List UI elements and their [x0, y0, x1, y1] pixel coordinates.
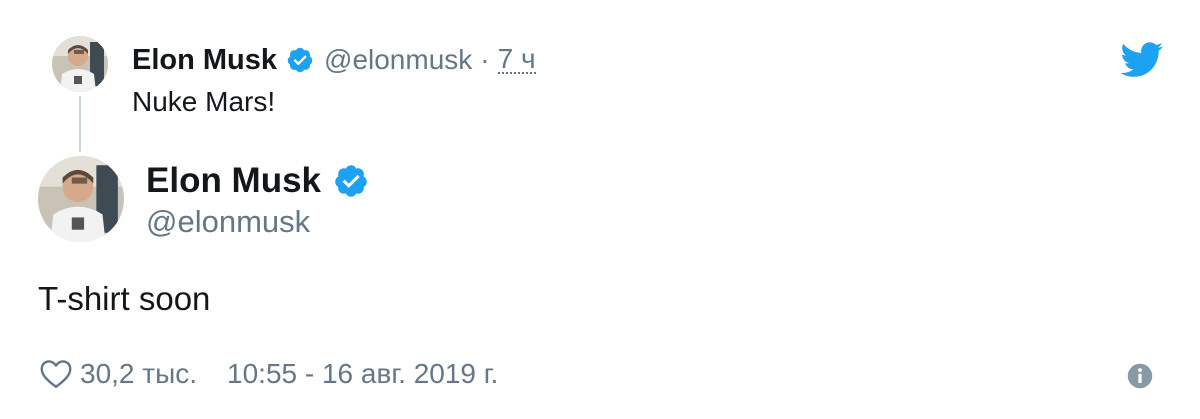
main-author-name[interactable]: Elon Musk	[146, 161, 321, 201]
parent-relative-time[interactable]: 7 ч	[497, 45, 536, 74]
main-tweet-text: T-shirt soon	[38, 280, 211, 317]
heart-icon[interactable]	[38, 356, 74, 392]
parent-handle[interactable]: @elonmusk	[324, 44, 472, 76]
main-tweet-name-row: Elon Musk	[146, 158, 369, 204]
verified-badge-icon	[286, 46, 314, 74]
tweet-timestamp[interactable]: 10:55 - 16 авг. 2019 г.	[227, 358, 498, 390]
parent-tweet-header: Elon Musk @elonmusk · 7 ч	[132, 40, 536, 80]
twitter-bird-icon[interactable]	[1120, 42, 1164, 78]
tweet-embed: Elon Musk @elonmusk · 7 ч Nuke Mars! Elo…	[0, 0, 1200, 419]
info-icon[interactable]	[1126, 362, 1154, 390]
main-avatar[interactable]	[38, 156, 124, 242]
parent-avatar[interactable]	[52, 36, 108, 92]
like-count[interactable]: 30,2 тыс.	[80, 358, 197, 390]
main-handle[interactable]: @elonmusk	[146, 204, 310, 240]
separator-dot: ·	[480, 44, 490, 75]
parent-tweet-text: Nuke Mars!	[132, 86, 276, 117]
parent-author-name[interactable]: Elon Musk	[132, 44, 277, 77]
thread-connector-line	[79, 96, 81, 152]
verified-badge-icon	[333, 163, 369, 199]
tweet-footer: 30,2 тыс. 10:55 - 16 авг. 2019 г.	[38, 352, 498, 396]
